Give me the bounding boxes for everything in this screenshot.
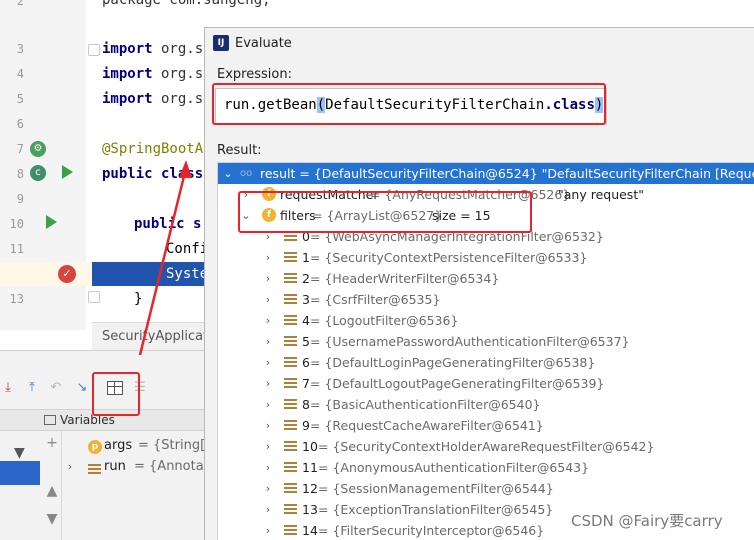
annotation-arrow [138, 160, 192, 356]
arrow-line [138, 167, 188, 356]
csdn-watermark: CSDN @Fairy要carry [571, 512, 723, 530]
arrow-head [179, 160, 192, 178]
